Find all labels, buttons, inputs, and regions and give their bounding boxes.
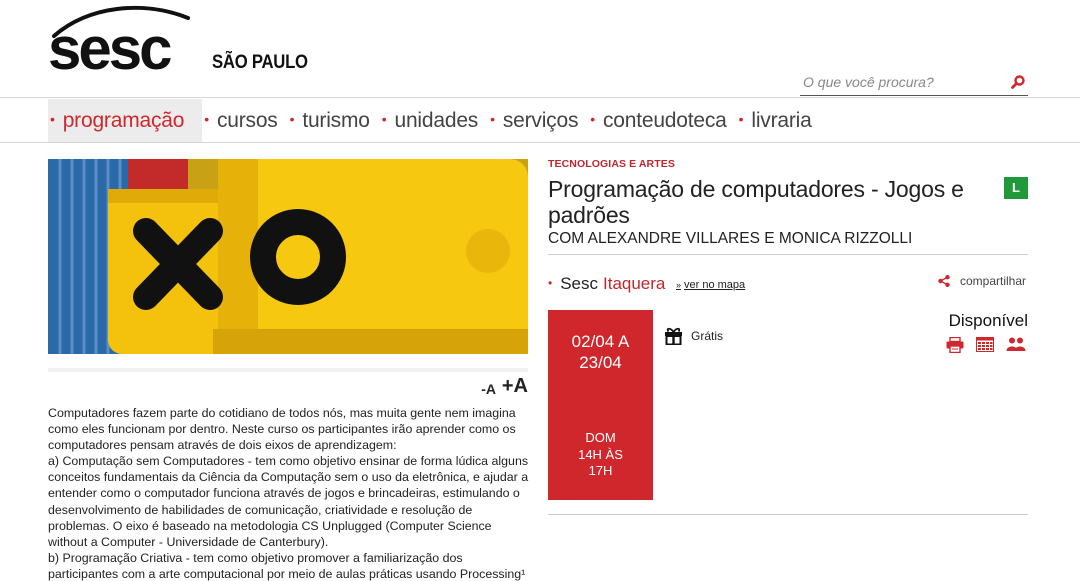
nav-item-label: conteudoteca — [602, 108, 727, 132]
nav-item-livraria[interactable]: • livraria — [737, 99, 822, 142]
event-subtitle: COM ALEXANDRE VILLARES E MONICA RIZZOLLI — [548, 230, 913, 247]
date-line: 02/04 A — [571, 332, 630, 351]
print-icon[interactable] — [946, 336, 964, 358]
nav-item-label: unidades — [394, 108, 479, 132]
nav-item-unidades[interactable]: • unidades — [380, 99, 488, 142]
nav-item-label: cursos — [216, 108, 278, 132]
map-link[interactable]: » ver no mapa — [676, 279, 745, 291]
svg-text:sesc: sesc — [48, 15, 171, 74]
action-icons — [946, 336, 1026, 358]
share-button[interactable]: compartilhar — [938, 274, 1026, 288]
header: sesc SÃO PAULO — [0, 0, 1080, 98]
sesc-logo[interactable]: sesc — [48, 2, 193, 74]
share-icon — [938, 275, 950, 287]
gift-icon — [665, 327, 682, 345]
event-image — [48, 159, 528, 354]
calendar-icon[interactable] — [976, 337, 994, 358]
bullet-icon: • — [738, 110, 744, 127]
event-description: Computadores fazem parte do cotidiano de… — [48, 405, 530, 581]
nav-item-label: livraria — [751, 108, 812, 132]
bullet-icon: • — [50, 110, 55, 127]
bullet-icon: • — [490, 110, 495, 127]
event-schedule: DOM 14H ÀS 17H — [548, 430, 653, 480]
bullet-icon: • — [381, 110, 387, 127]
event-title: Programação de computadores - Jogos e pa… — [548, 176, 964, 228]
price-label: Grátis — [691, 329, 724, 343]
search-icon[interactable] — [1010, 74, 1026, 90]
bullet-icon: • — [548, 276, 553, 290]
schedule-line: 17H — [588, 463, 613, 478]
nav-item-label: turismo — [302, 108, 370, 132]
nav-item-label: serviços — [502, 108, 579, 132]
nav-item-cursos[interactable]: • cursos — [202, 99, 287, 142]
decrease-font-button[interactable]: -A — [481, 381, 496, 397]
search-box[interactable] — [800, 70, 1028, 96]
bullet-icon: • — [590, 110, 595, 127]
main-nav: • programação • cursos • turismo • unidades • ser… — [0, 99, 1080, 143]
unit-brand: Sesc — [560, 274, 598, 293]
schedule-line: DOM — [585, 430, 616, 445]
bullet-icon: • — [204, 110, 209, 127]
people-icon[interactable] — [1006, 337, 1026, 358]
description-paragraph: b) Programação Criativa - tem como objet… — [48, 550, 526, 581]
arrow-icon: » — [676, 280, 682, 290]
description-paragraph: Computadores fazem parte do cotidiano de… — [48, 406, 516, 453]
bullet-icon: • — [289, 110, 295, 127]
increase-font-button[interactable]: +A — [502, 375, 528, 398]
nav-item-servicos[interactable]: • serviços — [488, 99, 588, 142]
nav-item-label: programação — [62, 108, 185, 132]
date-box: 02/04 A 23/04 DOM 14H ÀS 17H — [548, 310, 653, 500]
nav-item-programacao[interactable]: • programação — [48, 99, 203, 142]
divider — [548, 514, 1028, 515]
availability-status: Disponível — [948, 311, 1028, 330]
price-info: Grátis — [664, 327, 723, 345]
divider — [548, 254, 1028, 255]
event-category[interactable]: TECNOLOGIAS E ARTES — [548, 158, 675, 170]
search-input[interactable] — [800, 70, 1000, 94]
nav-item-turismo[interactable]: • turismo — [288, 99, 380, 142]
map-link-label: ver no mapa — [684, 279, 746, 291]
age-rating-badge: L — [1004, 177, 1028, 199]
city-label: SÃO PAULO — [212, 52, 308, 73]
share-label: compartilhar — [960, 274, 1027, 288]
event-unit: • Sesc Itaquera — [548, 274, 665, 294]
nav-item-conteudoteca[interactable]: • conteudoteca — [588, 99, 736, 142]
schedule-line: 14H ÀS — [578, 446, 623, 462]
event-dates: 02/04 A 23/04 — [548, 331, 653, 373]
description-paragraph: a) Computação sem Computadores - tem com… — [48, 454, 529, 549]
date-line: 23/04 — [579, 353, 622, 372]
unit-name-link[interactable]: Itaquera — [603, 274, 665, 294]
font-size-controls: -A +A — [48, 368, 528, 398]
